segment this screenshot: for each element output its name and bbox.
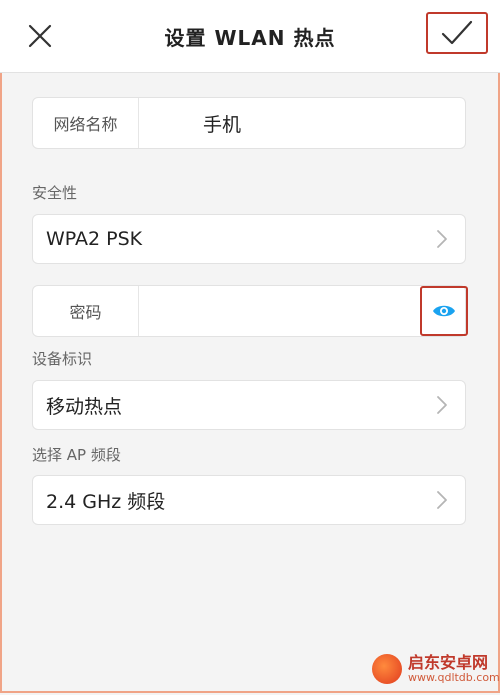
password-input[interactable] <box>139 285 465 337</box>
page-title: 设置 WLAN 热点 <box>164 26 336 50</box>
device-id-value: 移动热点 <box>46 395 123 418</box>
chevron-right-icon <box>427 490 457 510</box>
ap-band-section-label: 选择 AP 频段 <box>32 446 121 464</box>
password-field[interactable]: 密码 <box>32 285 466 337</box>
security-section-label: 安全性 <box>32 184 78 202</box>
chevron-right-icon <box>427 229 457 249</box>
network-name-value[interactable]: 手机 <box>139 98 465 148</box>
watermark-url: www.qdltdb.com <box>408 670 500 684</box>
watermark-title: 启东安卓网 <box>408 652 489 672</box>
security-select[interactable]: WPA2 PSK <box>32 214 466 264</box>
site-watermark: 启东安卓网 www.qdltdb.com <box>372 654 500 684</box>
device-id-section-label: 设备标识 <box>32 350 93 368</box>
eye-icon <box>433 305 455 317</box>
chevron-right-icon <box>427 395 457 415</box>
confirm-button[interactable] <box>426 12 488 54</box>
top-bar: 设置 WLAN 热点 <box>0 0 500 73</box>
device-id-select[interactable]: 移动热点 <box>32 380 466 430</box>
network-name-field[interactable]: 网络名称 手机 <box>32 97 466 149</box>
password-label: 密码 <box>33 286 139 336</box>
watermark-logo <box>372 654 402 684</box>
security-value: WPA2 PSK <box>46 228 143 250</box>
checkmark-icon <box>441 20 473 45</box>
watermark-text: 启东安卓网 www.qdltdb.com <box>408 652 500 684</box>
network-name-label: 网络名称 <box>33 98 139 148</box>
ap-band-value: 2.4 GHz 频段 <box>46 490 166 513</box>
ap-band-select[interactable]: 2.4 GHz 频段 <box>32 475 466 525</box>
show-password-button[interactable] <box>420 286 468 336</box>
